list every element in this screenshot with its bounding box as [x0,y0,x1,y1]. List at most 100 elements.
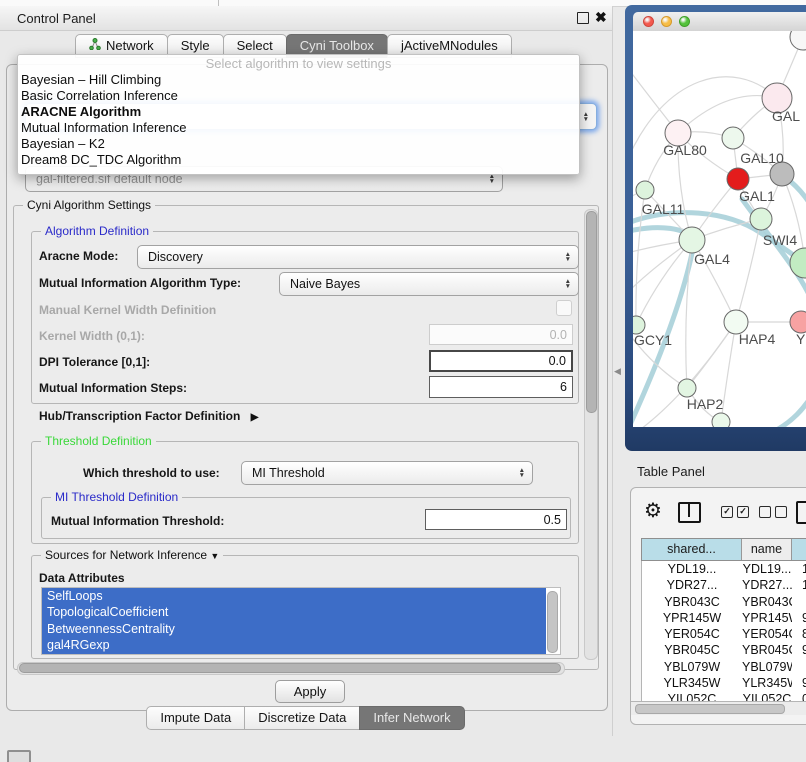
list-scrollbar-thumb[interactable] [547,591,558,653]
network-canvas[interactable]: GALGAL80GAL10GAL1GAL11SWI4GAL4GCY1HAP4YH… [633,31,806,427]
splitter-collapse-icon[interactable]: ◀ [614,366,621,377]
table-row[interactable]: YBL079WYBL079W [642,659,806,675]
close-window-icon[interactable] [643,16,654,27]
network-edge[interactable] [736,219,761,322]
tab-discretize-data[interactable]: Discretize Data [244,706,360,730]
apply-button[interactable]: Apply [275,680,345,703]
aracne-mode-combo[interactable]: Discovery ▲▼ [137,245,579,269]
manual-kernel-checkbox[interactable] [556,300,572,316]
close-icon[interactable]: ✖ [595,9,607,26]
dpi-tolerance-value: 0.0 [549,354,566,368]
network-node[interactable] [750,208,772,230]
deselect-all-icon[interactable] [759,506,771,518]
network-node[interactable] [727,168,749,190]
document-icon[interactable] [796,501,806,524]
minimize-window-icon[interactable] [661,16,672,27]
minimized-panel-icon[interactable] [7,750,31,762]
mi-steps-label: Mutual Information Steps: [39,381,187,395]
table-cell: 13 [792,561,806,577]
deselect-all-icon[interactable] [775,506,787,518]
network-node[interactable] [712,413,730,427]
table-row[interactable]: YPR145WYPR145W9. [642,610,806,626]
table-cell: YLR345W [642,675,742,691]
tab-label: Discretize Data [258,707,346,729]
dpi-tolerance-label: DPI Tolerance [0,1]: [39,355,150,369]
table-cell: YER054C [642,626,742,642]
network-node-label: HAP2 [687,396,724,412]
table-toolbar: ⚙ ✓ ✓ [631,498,806,528]
table-cell: YBL079W [642,659,742,675]
algorithm-option[interactable]: Bayesian – K2 [18,136,579,152]
mi-type-label: Mutual Information Algorithm Type: [39,276,241,290]
table-cell: 8. [792,626,806,642]
tab-label: Infer Network [373,707,450,729]
which-threshold-combo[interactable]: MI Threshold ▲▼ [241,461,533,485]
combo-arrows-icon: ▲▼ [565,252,571,262]
network-graph: GALGAL80GAL10GAL1GAL11SWI4GAL4GCY1HAP4YH… [633,31,806,427]
dpi-tolerance-field[interactable]: 0.0 [429,350,573,372]
split-columns-icon[interactable] [678,502,701,523]
table-cell: YDR27... [742,577,792,593]
network-node[interactable] [722,127,744,149]
hub-definition-toggle[interactable]: Hub/Transcription Factor Definition ▶ [39,409,258,423]
kernel-width-field[interactable]: 0.0 [429,324,573,345]
settings-hscrollbar-thumb[interactable] [19,663,561,673]
column-header-name[interactable]: name [742,539,792,560]
tab-infer-network[interactable]: Infer Network [359,706,464,730]
network-node[interactable] [679,227,705,253]
network-edge-thick[interactable] [771,387,806,427]
data-attributes-label: Data Attributes [39,571,125,585]
table-hscrollbar-thumb[interactable] [635,704,785,714]
algorithm-option[interactable]: Dream8 DC_TDC Algorithm [18,152,579,168]
algorithm-option[interactable]: ARACNE Algorithm [18,104,579,120]
network-node-label: GAL10 [740,150,784,166]
combo-arrows-icon: ▲▼ [519,468,525,478]
algorithm-option[interactable]: Basic Correlation Inference [18,88,579,104]
table-cell: YLR345W [742,675,792,691]
tab-impute-data[interactable]: Impute Data [146,706,245,730]
mi-steps-field[interactable]: 6 [429,376,573,398]
sources-title[interactable]: Sources for Network Inference ▼ [41,548,223,562]
which-threshold-label: Which threshold to use: [83,466,220,480]
table-row[interactable]: YBR043CYBR043C [642,594,806,610]
network-node-label: GAL4 [694,251,730,267]
gear-icon[interactable]: ⚙ [644,499,662,523]
table-hscrollbar-track[interactable] [631,701,806,715]
attribute-item-selected[interactable]: SelfLoops [42,588,546,604]
column-header-A[interactable]: A [792,539,806,560]
mi-threshold-field[interactable]: 0.5 [425,509,567,530]
network-node[interactable] [636,181,654,199]
algorithm-option[interactable]: Mutual Information Inference [18,120,579,136]
which-threshold-value: MI Threshold [252,466,325,480]
table-cell: YBR045C [742,642,792,658]
table-row[interactable]: YER054CYER054C8. [642,626,806,642]
float-window-icon[interactable] [577,12,589,24]
select-all-icon[interactable]: ✓ [737,506,749,518]
node-table: shared...nameA YDL19...YDL19...13YDR27..… [641,538,806,702]
attribute-item-selected[interactable]: TopologicalCoefficient [42,604,546,620]
network-node[interactable] [790,311,806,333]
table-panel-title: Table Panel [637,464,705,479]
tab-label: Impute Data [160,707,231,729]
data-attributes-list[interactable]: SelfLoopsTopologicalCoefficientBetweenne… [41,587,561,655]
select-all-icon[interactable]: ✓ [721,506,733,518]
mi-steps-value: 6 [560,380,567,394]
network-node[interactable] [790,31,806,50]
table-row[interactable]: YDL19...YDL19...13 [642,561,806,577]
combo-arrows-icon: ▲▼ [489,174,495,184]
algorithm-option[interactable]: Bayesian – Hill Climbing [18,72,579,88]
table-row[interactable]: YLR345WYLR345W9. [642,675,806,691]
attribute-item-selected[interactable]: BetweennessCentrality [42,621,546,637]
table-cell [792,659,806,675]
network-view-window[interactable]: GALGAL80GAL10GAL1GAL11SWI4GAL4GCY1HAP4YH… [625,5,806,451]
network-node[interactable] [678,379,696,397]
column-header-shared[interactable]: shared... [642,539,742,560]
table-row[interactable]: YBR045CYBR045C9. [642,642,806,658]
mi-type-combo[interactable]: Naive Bayes ▲▼ [279,272,579,296]
application-root: Control Panel ✖ NetworkStyleSelectCyni T… [0,0,806,762]
network-window-titlebar[interactable] [633,12,806,32]
settings-vscrollbar-thumb[interactable] [586,211,597,413]
zoom-window-icon[interactable] [679,16,690,27]
table-row[interactable]: YDR27...YDR27...12 [642,577,806,593]
attribute-item-selected[interactable]: gal4RGexp [42,637,546,653]
